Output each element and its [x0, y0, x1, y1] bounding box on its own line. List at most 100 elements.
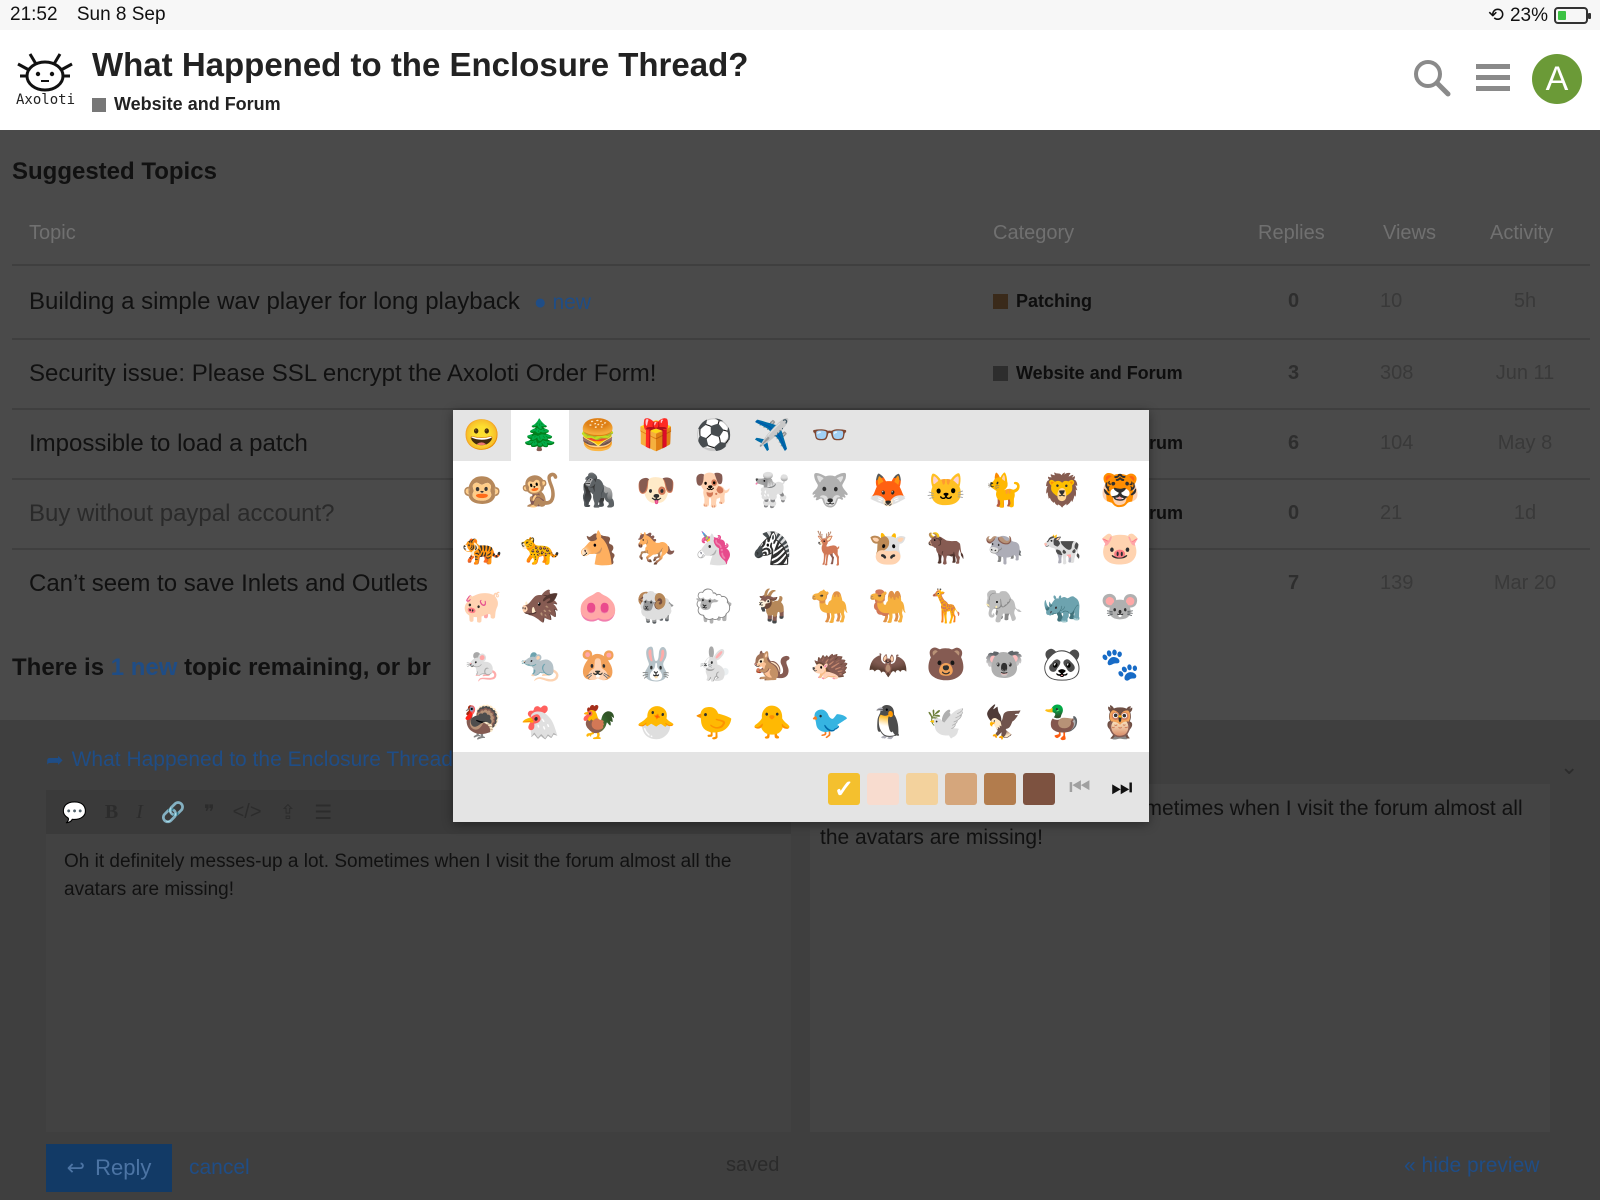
upload-icon[interactable]: ⇪ [280, 800, 297, 825]
emoji-cell[interactable]: 🦓 [743, 519, 801, 577]
travel-tab[interactable]: ✈️ [743, 410, 801, 461]
hide-preview-link[interactable]: « hide preview [1404, 1154, 1539, 1178]
emoji-cell[interactable]: 🐄 [1033, 519, 1091, 577]
people-tab[interactable]: 😀 [453, 410, 511, 461]
emoji-cell[interactable]: 🦃 [453, 693, 511, 751]
emoji-cell[interactable]: 🐱 [917, 461, 975, 519]
emoji-cell[interactable]: 🦍 [569, 461, 627, 519]
emoji-cell[interactable]: 🐂 [917, 519, 975, 577]
emoji-cell[interactable]: 🐿️ [743, 635, 801, 693]
emoji-cell[interactable]: 🐩 [743, 461, 801, 519]
reply-to-link[interactable]: ➦ What Happened to the Enclosure Thread? [46, 748, 456, 773]
emoji-cell[interactable]: 🐣 [627, 693, 685, 751]
emoji-cell[interactable]: 🐭 [1091, 577, 1149, 635]
emoji-cell[interactable]: 🐾 [1091, 635, 1149, 693]
emoji-cell[interactable]: 🐰 [627, 635, 685, 693]
hamburger-menu-icon[interactable] [1476, 62, 1510, 94]
emoji-cell[interactable]: 🐓 [569, 693, 627, 751]
user-avatar[interactable]: A [1532, 54, 1582, 104]
emoji-cell[interactable]: 🐧 [859, 693, 917, 751]
column-topic[interactable]: Topic [29, 222, 76, 245]
emoji-cell[interactable]: 🐼 [1033, 635, 1091, 693]
table-row[interactable]: Security issue: Please SSL encrypt the A… [0, 340, 1600, 410]
column-replies[interactable]: Replies [1258, 222, 1325, 245]
emoji-cell[interactable]: 🐦 [801, 693, 859, 751]
emoji-cell[interactable]: 🐹 [569, 635, 627, 693]
emoji-cell[interactable]: 🐎 [627, 519, 685, 577]
emoji-cell[interactable]: 🐺 [801, 461, 859, 519]
emoji-cell[interactable]: 🦆 [1033, 693, 1091, 751]
emoji-cell[interactable]: 🐅 [453, 519, 511, 577]
emoji-cell[interactable]: 🐥 [743, 693, 801, 751]
skin-tone-swatch[interactable] [984, 773, 1016, 805]
emoji-cell[interactable]: 🐶 [627, 461, 685, 519]
emoji-cell[interactable]: 🐆 [511, 519, 569, 577]
column-category[interactable]: Category [993, 222, 1074, 245]
row-activity[interactable]: 5h [1480, 290, 1570, 313]
emoji-cell[interactable]: 🐈 [975, 461, 1033, 519]
topic-link[interactable]: Buy without paypal account? [29, 500, 335, 528]
emoji-cell[interactable]: 🦁 [1033, 461, 1091, 519]
emoji-cell[interactable]: 🐀 [511, 635, 569, 693]
activity-tab[interactable]: ⚽ [685, 410, 743, 461]
emoji-cell[interactable]: 🐨 [975, 635, 1033, 693]
emoji-cell[interactable]: 🐃 [975, 519, 1033, 577]
emoji-cell[interactable]: 🦉 [1091, 693, 1149, 751]
emoji-cell[interactable]: 🐫 [859, 577, 917, 635]
emoji-cell[interactable]: 🐮 [859, 519, 917, 577]
search-icon[interactable] [1412, 58, 1452, 98]
blockquote-icon[interactable]: ❞ [204, 800, 215, 825]
celebration-tab[interactable]: 🎁 [627, 410, 685, 461]
nature-tab[interactable]: 🌲 [511, 410, 569, 461]
bullet-list-icon[interactable]: ☰ [314, 800, 332, 825]
row-activity[interactable]: 1d [1480, 502, 1570, 525]
emoji-cell[interactable]: 🦔 [801, 635, 859, 693]
emoji-cell[interactable]: 🐴 [569, 519, 627, 577]
skin-tone-swatch[interactable] [867, 773, 899, 805]
column-activity[interactable]: Activity [1490, 222, 1553, 245]
food-tab[interactable]: 🍔 [569, 410, 627, 461]
emoji-cell[interactable]: 🦊 [859, 461, 917, 519]
first-page-icon[interactable]: ⏮ [1069, 774, 1091, 802]
new-topics-link[interactable]: 1 new [111, 654, 178, 681]
emoji-cell[interactable]: 🐤 [685, 693, 743, 751]
topic-category[interactable]: Website and Forum [92, 94, 281, 115]
emoji-cell[interactable]: 🐁 [453, 635, 511, 693]
topic-link[interactable]: Security issue: Please SSL encrypt the A… [29, 360, 656, 388]
italic-button[interactable]: I [136, 801, 143, 824]
emoji-cell[interactable]: 🐷 [1091, 519, 1149, 577]
topic-link[interactable]: Building a simple wav player for long pl… [29, 288, 591, 316]
skin-tone-swatch[interactable]: ✓ [828, 773, 860, 805]
topic-link[interactable]: Can’t seem to save Inlets and Outlets [29, 570, 428, 598]
row-activity[interactable]: Mar 20 [1480, 572, 1570, 595]
emoji-cell[interactable]: 🦏 [1033, 577, 1091, 635]
emoji-cell[interactable]: 🦌 [801, 519, 859, 577]
emoji-cell[interactable]: 🦄 [685, 519, 743, 577]
link-icon[interactable]: 🔗 [161, 800, 186, 825]
skin-tone-swatch[interactable] [945, 773, 977, 805]
cancel-link[interactable]: cancel [189, 1156, 250, 1180]
row-category[interactable]: Website and Forum [993, 363, 1183, 384]
emoji-cell[interactable]: 🐽 [569, 577, 627, 635]
emoji-cell[interactable]: 🐔 [511, 693, 569, 751]
chevron-down-icon[interactable]: ⌄ [1560, 754, 1578, 780]
emoji-cell[interactable]: 🐻 [917, 635, 975, 693]
emoji-cell[interactable]: 🦒 [917, 577, 975, 635]
emoji-cell[interactable]: 🐐 [743, 577, 801, 635]
emoji-cell[interactable]: 🐖 [453, 577, 511, 635]
code-icon[interactable]: </> [233, 801, 262, 824]
topic-title[interactable]: What Happened to the Enclosure Thread? [92, 46, 748, 84]
skin-tone-swatch[interactable] [906, 773, 938, 805]
emoji-cell[interactable]: 🐕 [685, 461, 743, 519]
emoji-cell[interactable]: 🐪 [801, 577, 859, 635]
site-logo[interactable]: Axoloti [14, 50, 76, 112]
emoji-cell[interactable]: 🦇 [859, 635, 917, 693]
objects-tab[interactable]: 👓 [801, 410, 859, 461]
emoji-cell[interactable]: 🐇 [685, 635, 743, 693]
emoji-cell[interactable]: 🦅 [975, 693, 1033, 751]
row-activity[interactable]: May 8 [1480, 432, 1570, 455]
row-activity[interactable]: Jun 11 [1480, 362, 1570, 385]
emoji-cell[interactable]: 🐑 [685, 577, 743, 635]
last-page-icon[interactable]: ⏭ [1111, 774, 1133, 802]
column-views[interactable]: Views [1383, 222, 1436, 245]
